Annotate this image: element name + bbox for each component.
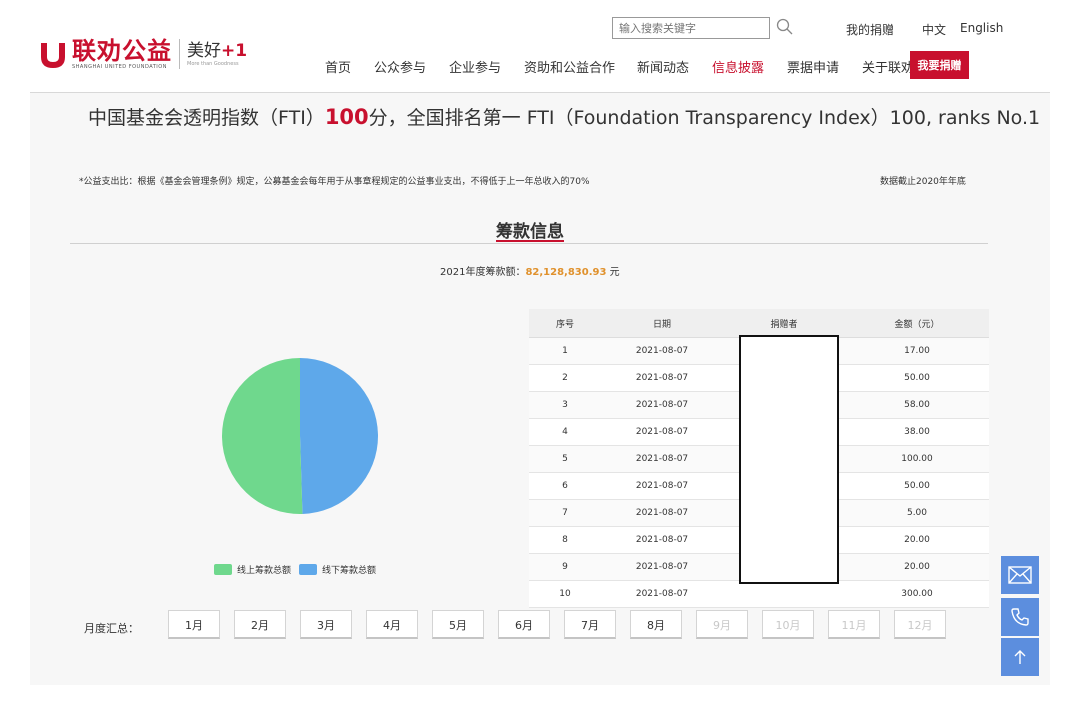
month-button-11[interactable]: 11月 [828, 610, 880, 639]
search-icon[interactable] [776, 18, 794, 40]
mail-icon [1008, 566, 1032, 584]
month-button-7[interactable]: 7月 [564, 610, 616, 639]
monthly-summary-label: 月度汇总： [84, 622, 139, 635]
month-button-2[interactable]: 2月 [234, 610, 286, 639]
nav-grants-cooperation[interactable]: 资助和公益合作 [524, 57, 615, 76]
phone-icon [1011, 608, 1029, 626]
cell-index: 3 [529, 391, 601, 419]
legend-swatch-offline[interactable] [299, 564, 318, 575]
section-title: 筹款信息 [496, 222, 564, 242]
cell-amount: 38.00 [845, 418, 989, 446]
col-header-amount: 金额（元） [845, 309, 989, 338]
logo-slogan-en: More than Goodness [187, 61, 239, 67]
logo-divider [179, 39, 180, 69]
month-button-10[interactable]: 10月 [762, 610, 814, 639]
month-button-5[interactable]: 5月 [432, 610, 484, 639]
section-title-underline [496, 240, 564, 242]
col-header-donor: 捐赠者 [723, 309, 845, 338]
table-header-row: 序号 日期 捐赠者 金额（元） [529, 309, 989, 338]
cell-index: 6 [529, 472, 601, 500]
cell-amount: 5.00 [845, 499, 989, 527]
nav-public-participation[interactable]: 公众参与 [374, 57, 426, 76]
cell-index: 1 [529, 337, 601, 365]
cell-index: 4 [529, 418, 601, 446]
search-input[interactable] [612, 17, 770, 39]
phone-button[interactable] [1001, 598, 1039, 636]
cell-date: 2021-08-07 [601, 445, 723, 473]
chart-legend: 线上筹款总额 线下筹款总额 [214, 563, 376, 576]
cell-amount: 20.00 [845, 553, 989, 581]
site-logo[interactable]: 联劝公益 SHANGHAI UNITED FOUNDATION 美好+1 Mor… [38, 38, 247, 70]
cell-index: 9 [529, 553, 601, 581]
lang-cn-link[interactable]: 中文 [922, 21, 946, 38]
cell-date: 2021-08-07 [601, 526, 723, 554]
month-button-9[interactable]: 9月 [696, 610, 748, 639]
cell-donor [723, 580, 845, 608]
cell-index: 7 [529, 499, 601, 527]
cell-date: 2021-08-07 [601, 499, 723, 527]
cell-amount: 20.00 [845, 526, 989, 554]
cell-index: 5 [529, 445, 601, 473]
cell-amount: 50.00 [845, 364, 989, 392]
cell-amount: 50.00 [845, 472, 989, 500]
nav-about[interactable]: 关于联劝 [862, 57, 914, 76]
legend-swatch-online[interactable] [214, 564, 232, 575]
cell-amount: 300.00 [845, 580, 989, 608]
annual-total: 2021年度筹款额：82,128,830.93 元 [440, 267, 620, 278]
cell-date: 2021-08-07 [601, 580, 723, 608]
pie-slice-offline[interactable] [300, 358, 379, 514]
cell-amount: 17.00 [845, 337, 989, 365]
cell-index: 2 [529, 364, 601, 392]
data-as-of: 数据截止2020年年底 [880, 177, 966, 187]
col-header-index: 序号 [529, 309, 601, 338]
cell-date: 2021-08-07 [601, 391, 723, 419]
month-button-12[interactable]: 12月 [894, 610, 946, 639]
nav-disclosure[interactable]: 信息披露 [712, 57, 764, 76]
cell-amount: 100.00 [845, 445, 989, 473]
arrow-up-icon [1014, 650, 1026, 664]
month-button-6[interactable]: 6月 [498, 610, 550, 639]
legend-label-online: 线上筹款总额 [237, 566, 292, 576]
cell-date: 2021-08-07 [601, 553, 723, 581]
logo-name-cn: 联劝公益 [72, 37, 172, 65]
cell-date: 2021-08-07 [601, 364, 723, 392]
back-to-top-button[interactable] [1001, 638, 1039, 676]
month-button-3[interactable]: 3月 [300, 610, 352, 639]
cell-amount: 58.00 [845, 391, 989, 419]
donate-button[interactable]: 我要捐赠 [910, 51, 969, 79]
donor-redaction-box [739, 335, 839, 584]
cell-index: 8 [529, 526, 601, 554]
fti-score: 100 [324, 105, 369, 129]
month-button-4[interactable]: 4月 [366, 610, 418, 639]
nav-news[interactable]: 新闻动态 [637, 57, 689, 76]
nav-home[interactable]: 首页 [325, 57, 351, 76]
expenditure-note: *公益支出比：根据《基金会管理条例》规定，公募基金会每年用于从事章程规定的公益事… [79, 177, 590, 187]
cell-index: 10 [529, 580, 601, 608]
month-button-8[interactable]: 8月 [630, 610, 682, 639]
nav-corporate-participation[interactable]: 企业参与 [449, 57, 501, 76]
col-header-date: 日期 [601, 309, 723, 338]
annual-total-amount: 82,128,830.93 [525, 267, 607, 278]
logo-name-en: SHANGHAI UNITED FOUNDATION [72, 64, 167, 70]
fundraising-pie-chart [222, 358, 379, 514]
lang-en-link[interactable]: English [960, 21, 1003, 35]
mail-button[interactable] [1001, 556, 1039, 594]
logo-slogan: 美好+1 [187, 41, 248, 61]
pie-slice-online[interactable] [222, 358, 303, 514]
nav-receipt-request[interactable]: 票据申请 [787, 57, 839, 76]
fti-banner: 中国基金会透明指数（FTI）100分，全国排名第一 FTI（Foundation… [88, 105, 1041, 129]
table-row: 10 2021-08-07 300.00 [529, 580, 989, 608]
cell-date: 2021-08-07 [601, 337, 723, 365]
my-donations-link[interactable]: 我的捐赠 [846, 21, 894, 38]
cell-date: 2021-08-07 [601, 418, 723, 446]
month-button-1[interactable]: 1月 [168, 610, 220, 639]
legend-label-offline: 线下筹款总额 [322, 566, 377, 576]
cell-date: 2021-08-07 [601, 472, 723, 500]
logo-mark-icon [38, 39, 68, 69]
section-divider [70, 243, 988, 244]
